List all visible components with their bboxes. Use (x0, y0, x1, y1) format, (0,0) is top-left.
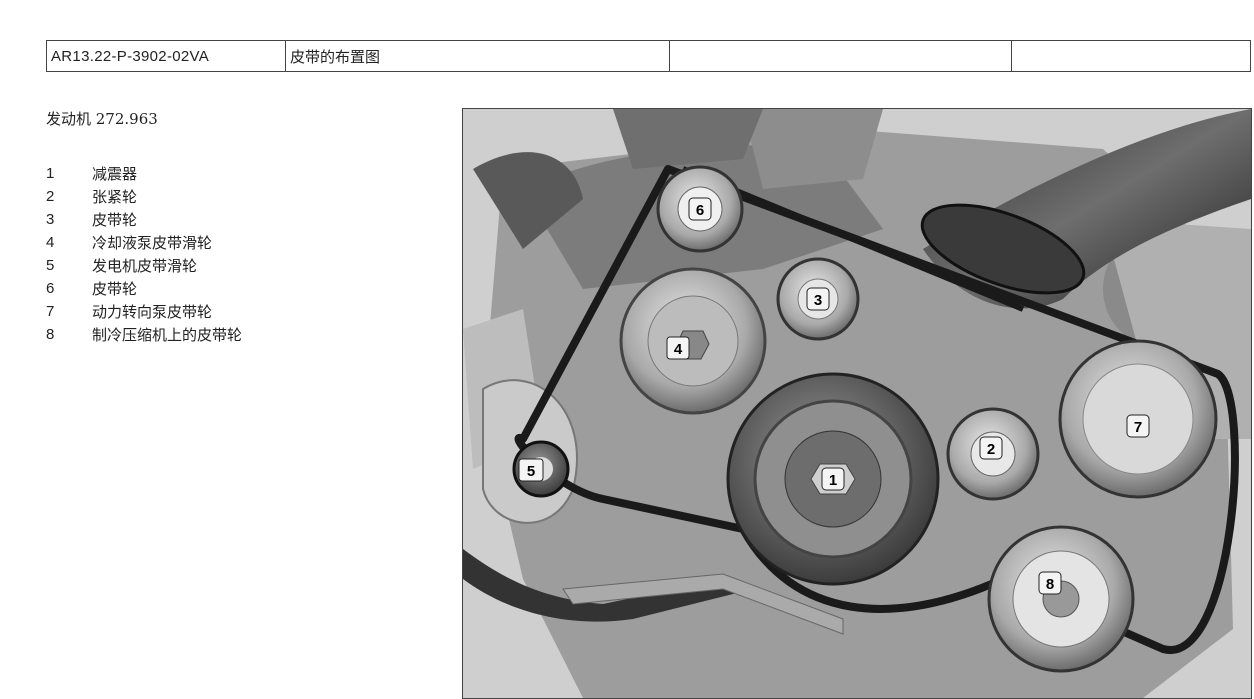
callout-6: 6 (688, 197, 712, 221)
pulley-4-water-pump (619, 267, 767, 415)
callout-7: 7 (1126, 414, 1150, 438)
header-cell-3 (670, 41, 1012, 71)
svg-text:5: 5 (527, 463, 535, 480)
callout-3: 3 (806, 287, 830, 311)
legend-text: 减震器 (92, 165, 138, 183)
svg-text:3: 3 (814, 292, 822, 309)
legend-text: 皮带轮 (92, 280, 138, 298)
legend-text: 张紧轮 (92, 188, 138, 206)
doc-id: AR13.22-P-3902-02VA (47, 41, 286, 71)
legend-text: 发电机皮带滑轮 (92, 257, 198, 275)
legend-number: 7 (46, 303, 55, 320)
legend-number: 8 (46, 326, 55, 343)
svg-text:2: 2 (987, 441, 995, 458)
legend-item: 3 皮带轮 (46, 208, 242, 231)
legend-number: 5 (46, 257, 55, 274)
legend-number: 1 (46, 165, 55, 182)
engine-illustration: 6 3 4 5 1 2 7 8 (463, 109, 1251, 698)
belt-routing-figure: 6 3 4 5 1 2 7 8 (462, 108, 1252, 699)
svg-text:1: 1 (829, 472, 837, 489)
callout-5: 5 (518, 458, 544, 482)
legend-item: 1 减震器 (46, 162, 242, 185)
svg-text:7: 7 (1134, 419, 1142, 436)
legend-item: 6 皮带轮 (46, 277, 242, 300)
callout-1: 1 (821, 467, 845, 491)
legend-item: 5 发电机皮带滑轮 (46, 254, 242, 277)
engine-label: 发动机 272.963 (46, 110, 158, 128)
legend-item: 8 制冷压缩机上的皮带轮 (46, 323, 242, 346)
callout-4: 4 (666, 336, 690, 360)
legend-text: 制冷压缩机上的皮带轮 (92, 326, 243, 344)
legend-text: 皮带轮 (92, 211, 138, 229)
legend-text: 冷却液泵皮带滑轮 (92, 234, 213, 252)
legend-number: 4 (46, 234, 55, 251)
legend-item: 7 动力转向泵皮带轮 (46, 300, 242, 323)
svg-text:4: 4 (674, 341, 683, 358)
pulley-8-ac-compressor (987, 525, 1135, 673)
legend-number: 3 (46, 211, 55, 228)
svg-text:8: 8 (1046, 576, 1054, 593)
legend-list: 1 减震器 2 张紧轮 3 皮带轮 4 冷却液泵皮带滑轮 5 发电机皮带滑轮 6… (46, 162, 242, 346)
legend-item: 4 冷却液泵皮带滑轮 (46, 231, 242, 254)
doc-title: 皮带的布置图 (286, 41, 670, 71)
header-cell-4 (1012, 41, 1250, 71)
legend-number: 6 (46, 280, 55, 297)
document-header-table: AR13.22-P-3902-02VA 皮带的布置图 (46, 40, 1251, 72)
legend-number: 2 (46, 188, 55, 205)
legend-item: 2 张紧轮 (46, 185, 242, 208)
callout-2: 2 (979, 436, 1003, 460)
callout-8: 8 (1038, 571, 1062, 595)
svg-text:6: 6 (696, 202, 704, 219)
legend-text: 动力转向泵皮带轮 (92, 303, 213, 321)
